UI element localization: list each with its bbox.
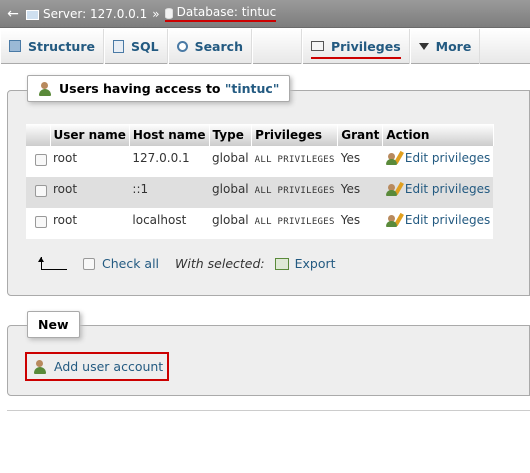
- table-header-privileges[interactable]: Privileges: [251, 124, 339, 146]
- cell-privileges: ALL PRIVILEGES: [254, 186, 335, 196]
- tab-sql[interactable]: SQL: [103, 28, 168, 64]
- export-label: Export: [294, 256, 336, 271]
- back-arrow-icon[interactable]: ←: [0, 6, 26, 22]
- cell-type: global: [209, 208, 252, 239]
- add-user-icon: [33, 359, 47, 374]
- users-panel-title: Users having access to "tintuc": [27, 75, 291, 102]
- edit-user-icon: [385, 181, 404, 196]
- tab-sql-label: SQL: [130, 38, 159, 54]
- cell-host: ::1: [129, 177, 210, 208]
- row-checkbox[interactable]: [35, 216, 47, 228]
- breadcrumb: ← Server: 127.0.0.1 » Database: tintuc: [0, 0, 530, 28]
- sql-icon: [112, 39, 124, 53]
- tab-bar: Structure SQL Search Privileges More: [0, 28, 530, 64]
- privileges-icon: [310, 41, 324, 51]
- tab-privileges[interactable]: Privileges: [301, 28, 410, 64]
- table-header-select: [26, 124, 51, 146]
- check-all-label[interactable]: Check all: [102, 256, 159, 271]
- user-icon: [38, 81, 52, 96]
- check-all-checkbox[interactable]: [83, 257, 95, 270]
- edit-privileges-link[interactable]: Edit privileges: [385, 181, 491, 196]
- table-header-type[interactable]: Type: [209, 124, 253, 146]
- edit-privileges-label: Edit privileges: [404, 182, 491, 196]
- table-header-host[interactable]: Host name: [129, 124, 210, 146]
- edit-privileges-label: Edit privileges: [404, 213, 491, 227]
- new-panel-title: New: [27, 311, 80, 338]
- cell-user: root: [50, 177, 130, 208]
- cell-user: root: [50, 208, 130, 239]
- cell-grant: Yes: [337, 146, 383, 177]
- tab-structure-label: Structure: [28, 38, 95, 54]
- cell-type: global: [209, 146, 252, 177]
- tab-more-label: More: [435, 38, 472, 54]
- breadcrumb-separator: »: [152, 6, 160, 21]
- table-header-row: User name Host name Type Privileges Gran…: [26, 124, 494, 146]
- with-selected-label: With selected:: [175, 256, 265, 271]
- cell-host: 127.0.0.1: [129, 146, 210, 177]
- cell-grant: Yes: [337, 208, 383, 239]
- breadcrumb-server[interactable]: Server: 127.0.0.1: [26, 7, 147, 21]
- tab-search-label: Search: [194, 38, 243, 54]
- breadcrumb-database[interactable]: Database: tintuc: [164, 5, 277, 22]
- table-header-grant[interactable]: Grant: [337, 124, 384, 146]
- table-header-action: Action: [382, 124, 494, 146]
- table-header-user[interactable]: User name: [50, 124, 130, 146]
- cell-privileges: ALL PRIVILEGES: [254, 155, 335, 165]
- tab-hidden-placeholder: [251, 28, 302, 64]
- server-icon: [26, 9, 39, 20]
- add-user-account-link[interactable]: Add user account: [25, 352, 169, 381]
- row-checkbox[interactable]: [35, 185, 47, 197]
- tab-privileges-label: Privileges: [330, 38, 401, 54]
- table-row: root ::1 global ALL PRIVILEGES Yes Edit …: [26, 177, 494, 208]
- tab-more[interactable]: More: [409, 28, 481, 64]
- users-table: User name Host name Type Privileges Gran…: [26, 124, 494, 239]
- edit-privileges-link[interactable]: Edit privileges: [385, 150, 491, 165]
- users-title-db: "tintuc": [224, 81, 280, 96]
- row-checkbox[interactable]: [35, 154, 47, 166]
- edit-user-icon: [385, 212, 404, 227]
- export-icon: [274, 257, 289, 270]
- cell-privileges: ALL PRIVILEGES: [254, 217, 335, 227]
- breadcrumb-server-label: Server: 127.0.0.1: [43, 6, 148, 21]
- cell-type: global: [209, 177, 252, 208]
- cell-user: root: [50, 146, 130, 177]
- add-user-account-label: Add user account: [54, 359, 164, 374]
- edit-privileges-link[interactable]: Edit privileges: [385, 212, 491, 227]
- breadcrumb-database-label: Database: tintuc: [176, 5, 277, 19]
- edit-privileges-label: Edit privileges: [404, 151, 491, 165]
- search-icon: [176, 40, 188, 52]
- cell-host: localhost: [129, 208, 210, 239]
- tab-search[interactable]: Search: [167, 28, 252, 64]
- table-row: root localhost global ALL PRIVILEGES Yes…: [26, 208, 494, 239]
- bulk-actions: Check all With selected: Export: [38, 256, 336, 271]
- edit-user-icon: [385, 150, 404, 165]
- bottom-divider: [7, 410, 530, 411]
- database-icon: [164, 7, 173, 19]
- chevron-down-icon: [418, 42, 429, 50]
- table-row: root 127.0.0.1 global ALL PRIVILEGES Yes…: [26, 146, 494, 177]
- cell-grant: Yes: [337, 177, 383, 208]
- users-title-prefix: Users having access to: [59, 81, 225, 96]
- tab-structure[interactable]: Structure: [0, 28, 104, 64]
- select-arrow-icon: [38, 257, 67, 270]
- export-button[interactable]: Export: [274, 256, 336, 271]
- structure-icon: [9, 40, 21, 52]
